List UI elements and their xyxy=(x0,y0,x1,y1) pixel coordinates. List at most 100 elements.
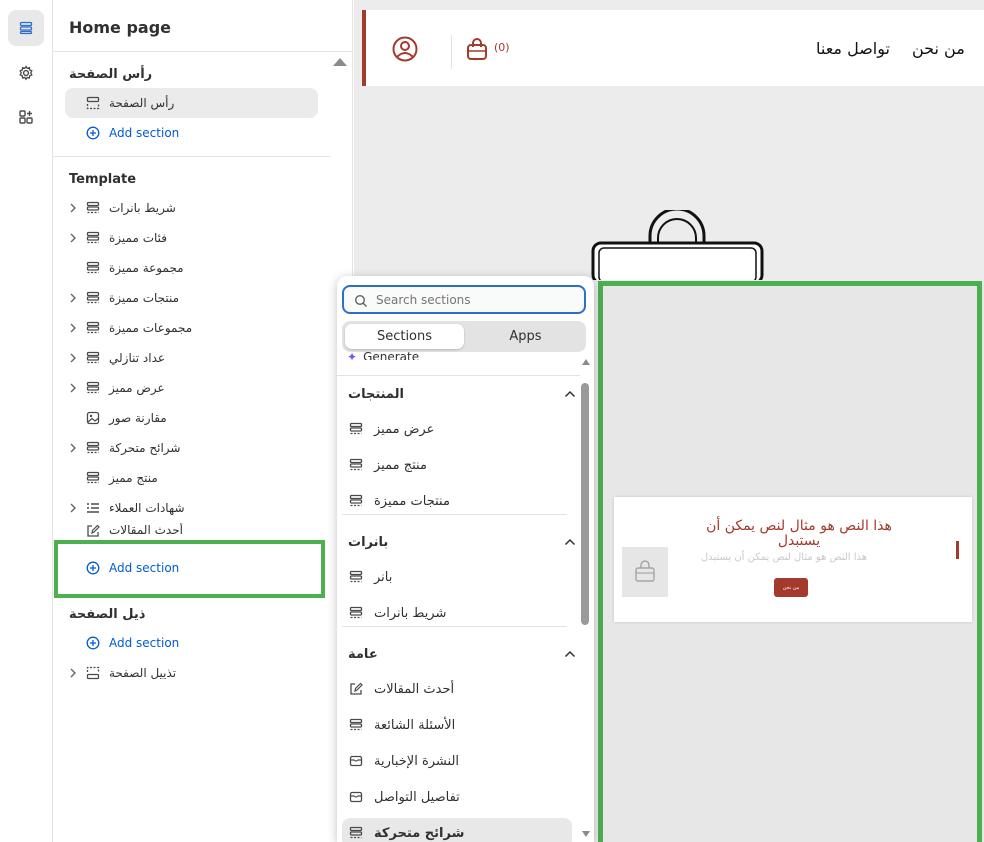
template-section-item[interactable]: مجموعات مميزة xyxy=(65,313,318,343)
section-item-label: شرائح متحركة xyxy=(109,441,181,455)
catalog-section-item[interactable]: أحدث المقالات xyxy=(342,674,572,704)
section-item-label: عداد تنازلي xyxy=(109,351,166,365)
section-icon xyxy=(85,260,101,276)
cart-count: (0) xyxy=(494,41,510,54)
divider xyxy=(53,51,353,52)
catalog-item-label: بانر xyxy=(374,569,393,585)
catalog-section-item[interactable]: الأسئلة الشائعة xyxy=(342,710,572,740)
chevron-right-icon[interactable] xyxy=(67,383,79,393)
section-icon xyxy=(85,230,101,246)
header-section-icon xyxy=(85,95,101,111)
add-section-footer-button[interactable]: Add section xyxy=(65,628,318,658)
catalog-item-label: شريط بانرات xyxy=(374,605,447,621)
chevron-right-icon[interactable] xyxy=(67,203,79,213)
chevron-right-icon[interactable] xyxy=(67,233,79,243)
catalog-item-label: شرائح متحركة xyxy=(374,825,465,841)
template-section-item[interactable]: شريط بانرات xyxy=(65,193,318,223)
template-section-item[interactable]: عداد تنازلي xyxy=(65,343,318,373)
divider xyxy=(342,514,567,515)
template-section-item[interactable]: شرائح متحركة xyxy=(65,433,318,463)
tab-sections[interactable]: Sections xyxy=(345,324,464,349)
scroll-up-arrow[interactable] xyxy=(582,359,590,365)
catalog-section-item[interactable]: النشرة الإخبارية xyxy=(342,746,572,776)
template-section-item[interactable]: أحدث المقالات xyxy=(65,523,318,537)
section-icon xyxy=(85,440,101,456)
catalog-item-label: منتجات مميزة xyxy=(374,493,450,509)
scroll-down-arrow[interactable] xyxy=(582,831,590,837)
edit-icon xyxy=(348,681,364,697)
chevron-up-icon[interactable] xyxy=(564,387,576,402)
sections-icon[interactable] xyxy=(8,10,44,46)
template-section-item[interactable]: منتجات مميزة xyxy=(65,283,318,313)
template-section-item[interactable]: فئات مميزة xyxy=(65,223,318,253)
section-item-label: مجموعة مميزة xyxy=(109,261,184,275)
chevron-right-icon[interactable] xyxy=(67,293,79,303)
catalog-group-header[interactable]: بانرات xyxy=(348,532,576,552)
chevron-up-icon[interactable] xyxy=(564,535,576,550)
plus-circle-icon xyxy=(85,125,101,141)
search-field[interactable] xyxy=(342,285,586,314)
section-item-label: تذييل الصفحة xyxy=(109,666,177,680)
account-icon[interactable] xyxy=(392,36,418,66)
catalog-item-label: النشرة الإخبارية xyxy=(374,753,460,769)
catalog-section-item[interactable]: شرائح متحركة xyxy=(342,818,572,842)
store-header: (0) تواصل معنا من نحن xyxy=(362,10,984,86)
theme-editor: Home page رأس الصفحة رأس الصفحة Add sect… xyxy=(0,0,984,842)
section-item-label: مجموعات مميزة xyxy=(109,321,193,335)
chevron-right-icon[interactable] xyxy=(67,323,79,333)
catalog-group-header[interactable]: عامة xyxy=(348,644,576,664)
section-icon xyxy=(348,825,364,841)
chevron-right-icon[interactable] xyxy=(67,503,79,513)
catalog-section-item[interactable]: عرض مميز xyxy=(342,414,572,444)
page-title: Home page xyxy=(69,18,172,37)
section-icon xyxy=(348,717,364,733)
template-section-item[interactable]: منتج مميز xyxy=(65,463,318,493)
catalog-section-item[interactable]: شريط بانرات xyxy=(342,598,572,628)
catalog-section-item[interactable]: منتج مميز xyxy=(342,450,572,480)
add-section-popup: ✦Generate Sections Apps المنتجاتعرض مميز… xyxy=(337,276,594,842)
settings-icon[interactable] xyxy=(8,55,44,91)
template-section-item[interactable]: عرض مميز xyxy=(65,373,318,403)
footer-group-label: ذيل الصفحة xyxy=(69,607,146,622)
catalog-group-header[interactable]: المنتجات xyxy=(348,384,576,404)
nav-link-about[interactable]: من نحن xyxy=(912,39,965,58)
section-item-footer[interactable]: تذييل الصفحة xyxy=(65,658,318,688)
divider xyxy=(337,375,580,376)
section-item-header[interactable]: رأس الصفحة xyxy=(65,88,318,118)
scroll-up-arrow[interactable] xyxy=(333,58,347,66)
mail-icon xyxy=(348,753,364,769)
section-icon xyxy=(85,380,101,396)
apps-icon[interactable] xyxy=(8,99,44,135)
bag-illustration-icon xyxy=(590,207,765,285)
icon-rail xyxy=(0,0,53,842)
template-section-item[interactable]: شهادات العملاء xyxy=(65,493,318,523)
catalog-section-item[interactable]: بانر xyxy=(342,562,572,592)
chevron-up-icon[interactable] xyxy=(564,647,576,662)
scrollbar[interactable] xyxy=(581,383,589,625)
section-icon xyxy=(85,290,101,306)
chevron-right-icon[interactable] xyxy=(67,353,79,363)
catalog-group-label: المنتجات xyxy=(348,386,404,402)
catalog-group-label: عامة xyxy=(348,646,378,662)
search-input[interactable] xyxy=(376,291,576,309)
add-section-header-button[interactable]: Add section xyxy=(65,118,318,148)
section-item-label: شهادات العملاء xyxy=(109,501,185,515)
section-item-label: فئات مميزة xyxy=(109,231,168,245)
chevron-right-icon[interactable] xyxy=(67,443,79,453)
template-section-item[interactable]: مجموعة مميزة xyxy=(65,253,318,283)
template-section-item[interactable]: مقارنة صور xyxy=(65,403,318,433)
section-item-label: منتجات مميزة xyxy=(109,291,180,305)
cart-icon[interactable] xyxy=(466,37,488,65)
catalog-item-label: عرض مميز xyxy=(374,421,435,437)
catalog-section-item[interactable]: تفاصيل التواصل xyxy=(342,782,572,812)
add-section-label: Add section xyxy=(109,126,180,140)
section-icon xyxy=(348,421,364,437)
section-icon xyxy=(85,200,101,216)
catalog-section-item[interactable]: منتجات مميزة xyxy=(342,486,572,516)
add-section-label: Add section xyxy=(109,636,180,650)
chevron-right-icon[interactable] xyxy=(67,668,79,678)
highlight-box xyxy=(598,281,982,842)
edit-icon xyxy=(85,523,101,537)
tab-apps[interactable]: Apps xyxy=(466,324,585,349)
nav-link-contact[interactable]: تواصل معنا xyxy=(816,39,890,58)
